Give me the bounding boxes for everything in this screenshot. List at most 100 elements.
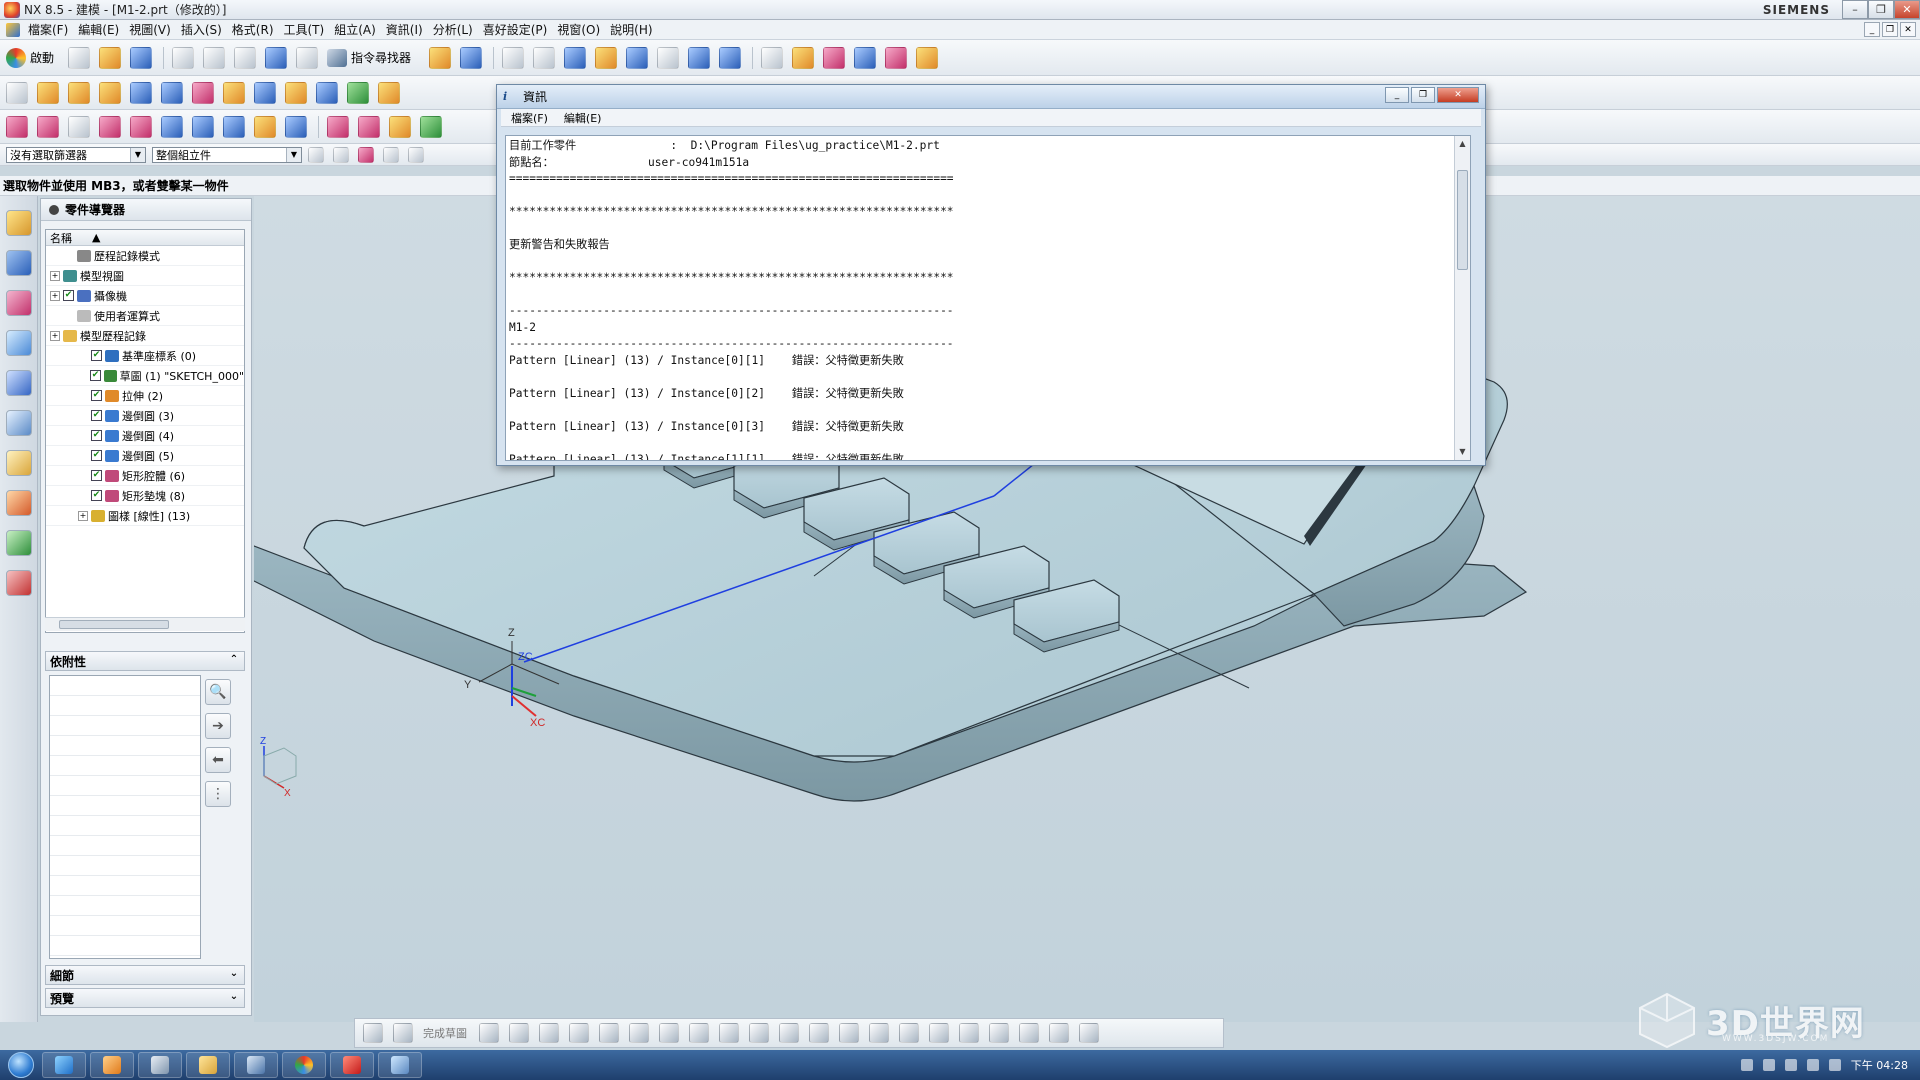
divide-curve-icon[interactable] bbox=[389, 115, 411, 138]
move-object-icon[interactable] bbox=[719, 46, 742, 69]
rectangle-icon[interactable] bbox=[68, 115, 90, 138]
sketch-icon[interactable] bbox=[363, 1023, 383, 1043]
tree-row[interactable]: ✔ 矩形腔體 (6) bbox=[46, 466, 244, 486]
circle-icon[interactable] bbox=[569, 1023, 589, 1043]
maximize-button[interactable]: ❐ bbox=[1868, 0, 1894, 19]
flag-icon[interactable] bbox=[1784, 1059, 1797, 1071]
preview-section[interactable]: 預覽 ⌄ bbox=[45, 988, 245, 1008]
taskbar-app[interactable] bbox=[138, 1052, 182, 1078]
menu-analysis[interactable]: 分析(L) bbox=[433, 21, 483, 38]
hole-icon[interactable] bbox=[99, 81, 121, 104]
taskbar-media[interactable] bbox=[90, 1052, 134, 1078]
document-menu-icon[interactable] bbox=[6, 22, 20, 37]
arrow-left-icon[interactable]: ⬅ bbox=[205, 747, 231, 773]
revolve-icon[interactable] bbox=[68, 81, 90, 104]
dialog-minimize-button[interactable]: _ bbox=[1385, 87, 1409, 103]
cut-icon[interactable] bbox=[172, 46, 195, 69]
rectangle-icon[interactable] bbox=[659, 1023, 679, 1043]
curve-rule-icon[interactable] bbox=[358, 146, 374, 163]
project-curve-icon[interactable] bbox=[192, 115, 214, 138]
mirror-icon[interactable] bbox=[347, 81, 369, 104]
expand-icon[interactable]: + bbox=[50, 330, 60, 341]
fillet-icon[interactable] bbox=[599, 1023, 619, 1043]
grid-icon[interactable] bbox=[761, 46, 784, 69]
menu-insert[interactable]: 插入(S) bbox=[181, 21, 232, 38]
checkbox[interactable]: ✔ bbox=[91, 450, 102, 461]
information-vertical-scrollbar[interactable]: ▲ ▼ bbox=[1454, 136, 1470, 460]
checkbox[interactable]: ✔ bbox=[90, 370, 101, 381]
offset-curve-icon[interactable] bbox=[779, 1023, 799, 1043]
undo-icon[interactable] bbox=[265, 46, 288, 69]
roles-tab-icon[interactable] bbox=[6, 530, 32, 556]
chamfer-icon[interactable] bbox=[629, 1023, 649, 1043]
list-view-icon[interactable]: ⋮ bbox=[205, 781, 231, 807]
system-scene-tab-icon[interactable] bbox=[6, 570, 32, 596]
measure-icon[interactable] bbox=[885, 46, 908, 69]
details-section[interactable]: 細節 ⌄ bbox=[45, 965, 245, 985]
assembly-navigator-tab-icon[interactable] bbox=[6, 210, 32, 236]
render-style-icon[interactable] bbox=[657, 46, 680, 69]
menu-format[interactable]: 格式(R) bbox=[232, 21, 284, 38]
selection-filter-select[interactable]: 沒有選取篩選器 bbox=[6, 146, 146, 163]
selection-icon[interactable] bbox=[854, 46, 877, 69]
selection-scope-select[interactable]: 整個組立件 bbox=[152, 146, 302, 163]
make-corner-icon[interactable] bbox=[899, 1023, 919, 1043]
history-tab-icon[interactable] bbox=[6, 410, 32, 436]
shaded-cube-icon[interactable] bbox=[564, 46, 587, 69]
system-materials-tab-icon[interactable] bbox=[6, 450, 32, 476]
tree-row[interactable]: ✔ 邊倒圓 (5) bbox=[46, 446, 244, 466]
rectangle-select-icon[interactable] bbox=[383, 146, 399, 163]
rapid-dimension-icon[interactable] bbox=[929, 1023, 949, 1043]
menu-file[interactable]: 檔案(F) bbox=[28, 21, 78, 38]
pin-icon[interactable] bbox=[49, 204, 59, 215]
boolean-icon[interactable] bbox=[192, 81, 214, 104]
expand-icon[interactable]: + bbox=[78, 510, 88, 521]
intersect-curve-icon[interactable] bbox=[223, 115, 245, 138]
polygon-icon[interactable] bbox=[130, 115, 152, 138]
layer-icon[interactable] bbox=[429, 46, 452, 69]
pattern-icon[interactable] bbox=[316, 81, 338, 104]
doc-close-button[interactable]: ✕ bbox=[1900, 22, 1916, 37]
shell-icon[interactable] bbox=[285, 81, 307, 104]
expand-icon[interactable]: ⌄ bbox=[227, 991, 241, 1005]
information-window-titlebar[interactable]: i 資訊 _ ❐ ✕ bbox=[497, 85, 1485, 109]
offset-curve-icon[interactable] bbox=[161, 115, 183, 138]
paste-icon[interactable] bbox=[234, 46, 257, 69]
edge-blend-icon[interactable] bbox=[223, 81, 245, 104]
taskbar-explorer[interactable] bbox=[186, 1052, 230, 1078]
tree-horizontal-scrollbar[interactable] bbox=[45, 617, 245, 631]
checkbox[interactable]: ✔ bbox=[91, 490, 102, 501]
checkbox[interactable]: ✔ bbox=[91, 390, 102, 401]
dependencies-section[interactable]: 依附性 ⌃ bbox=[45, 651, 245, 671]
tree-row[interactable]: ✔ 矩形墊塊 (8) bbox=[46, 486, 244, 506]
clock[interactable]: 下午 04:28 bbox=[1851, 1057, 1908, 1073]
pattern-curve-icon[interactable] bbox=[809, 1023, 829, 1043]
part-navigator-tab-icon[interactable] bbox=[6, 290, 32, 316]
taskbar-nx[interactable] bbox=[282, 1052, 326, 1078]
expand-icon[interactable]: ⌄ bbox=[227, 968, 241, 982]
menu-preferences[interactable]: 喜好設定(P) bbox=[483, 21, 558, 38]
tree-row[interactable]: ✔ 邊倒圓 (4) bbox=[46, 426, 244, 446]
magnifier-icon[interactable]: 🔍 bbox=[205, 679, 231, 705]
fit-view-icon[interactable] bbox=[502, 46, 525, 69]
reuse-library-tab-icon[interactable] bbox=[6, 330, 32, 356]
wcs-icon[interactable] bbox=[688, 46, 711, 69]
snap-point-icon[interactable] bbox=[408, 146, 424, 163]
taskbar-other[interactable] bbox=[378, 1052, 422, 1078]
geometric-constraint-icon[interactable] bbox=[959, 1023, 979, 1043]
tree-row[interactable]: ✔ 基準座標系 (0) bbox=[46, 346, 244, 366]
help-icon[interactable] bbox=[1762, 1059, 1775, 1071]
join-curve-icon[interactable] bbox=[285, 115, 307, 138]
dialog-maximize-button[interactable]: ❐ bbox=[1411, 87, 1435, 103]
scroll-down-icon[interactable]: ▼ bbox=[1455, 444, 1470, 460]
command-finder-button[interactable]: 指令尋找器 bbox=[327, 48, 411, 67]
collapse-icon[interactable]: ⌃ bbox=[227, 654, 241, 668]
menu-edit[interactable]: 編輯(E) bbox=[78, 21, 129, 38]
edit-section-icon[interactable] bbox=[595, 46, 618, 69]
trim-body-icon[interactable] bbox=[378, 81, 400, 104]
minimize-button[interactable]: – bbox=[1842, 0, 1868, 19]
web-browser-tab-icon[interactable] bbox=[6, 370, 32, 396]
scroll-up-icon[interactable]: ▲ bbox=[1455, 136, 1470, 152]
point-icon[interactable] bbox=[719, 1023, 739, 1043]
auto-constrain-icon[interactable] bbox=[1019, 1023, 1039, 1043]
